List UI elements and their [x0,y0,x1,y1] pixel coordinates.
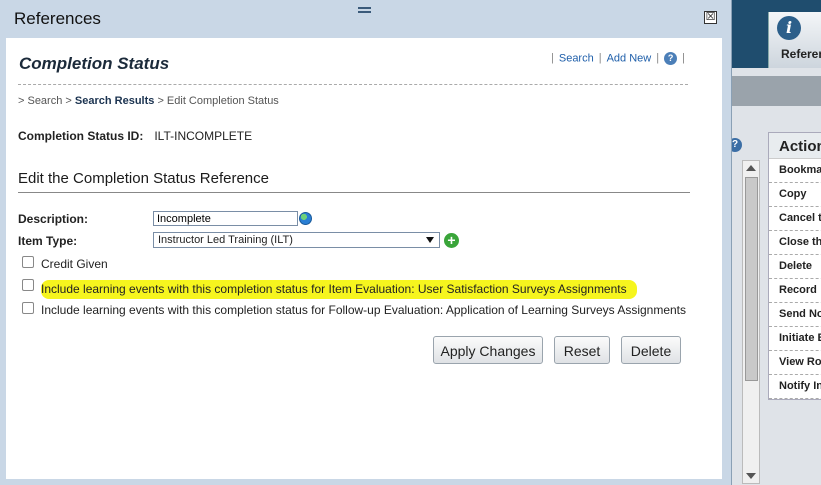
title-divider [18,84,688,85]
breadcrumb-search-results[interactable]: Search Results [75,95,154,107]
close-button[interactable]: ☒ [704,11,717,24]
page-title: Completion Status [19,54,170,73]
action-item[interactable]: Cancel t [769,207,821,231]
references-toolbar-button[interactable]: i References [768,12,821,68]
action-item[interactable]: Notify In [769,375,821,399]
section-divider [18,192,690,193]
delete-button[interactable]: Delete [621,336,681,364]
add-item-type-icon[interactable]: + [444,233,459,248]
actions-panel: Action Bookma Copy Cancel t Close th Del… [768,132,821,400]
drag-handle-icon[interactable] [358,7,371,13]
background-scrollbar[interactable] [742,160,760,484]
followup-evaluation-checkbox[interactable] [22,302,34,314]
action-item[interactable]: Initiate E [769,327,821,351]
action-item[interactable]: Copy [769,183,821,207]
item-type-label: Item Type: [18,234,78,248]
reset-button[interactable]: Reset [554,336,610,364]
action-item[interactable]: Send No [769,303,821,327]
item-type-select[interactable]: Instructor Led Training (ILT) [153,232,440,248]
completion-status-id-row: Completion Status ID: ILT-INCOMPLETE [18,129,252,143]
description-input[interactable] [153,211,298,226]
add-new-link[interactable]: Add New [607,52,652,64]
info-icon: i [777,16,801,40]
breadcrumb-search[interactable]: > Search > [18,95,72,107]
search-link[interactable]: Search [559,52,594,64]
item-evaluation-checkbox[interactable] [22,279,34,291]
action-item[interactable]: Delete [769,255,821,279]
actions-panel-title: Action [769,133,821,159]
breadcrumb-current: > Edit Completion Status [157,95,279,107]
credit-given-label: Credit Given [41,257,108,271]
credit-given-checkbox[interactable] [22,256,34,268]
apply-changes-button[interactable]: Apply Changes [433,336,543,364]
breadcrumb: > Search > Search Results > Edit Complet… [18,95,279,107]
top-links: | Search | Add New |? | [551,52,685,65]
action-item[interactable]: Record [769,279,821,303]
item-type-selected: Instructor Led Training (ILT) [158,234,293,246]
scroll-down-icon[interactable] [746,473,756,479]
dialog-content: Completion Status | Search | Add New |? | > S… [6,38,722,479]
references-toolbar-label: References [781,47,821,61]
completion-status-id-label: Completion Status ID: [18,129,144,143]
globe-icon[interactable] [299,212,312,225]
action-item[interactable]: Close th [769,231,821,255]
completion-status-id-value: ILT-INCOMPLETE [154,129,253,143]
close-icon: ☒ [705,11,716,23]
chevron-down-icon [426,237,434,243]
section-title: Edit the Completion Status Reference [18,170,269,187]
help-icon[interactable]: ? [664,52,678,65]
dialog-title: References [14,9,101,28]
scroll-up-icon[interactable] [746,165,756,171]
scroll-thumb[interactable] [745,177,758,381]
followup-evaluation-label: Include learning events with this comple… [41,303,687,317]
item-evaluation-label: Include learning events with this comple… [41,280,637,299]
action-item[interactable]: View Ro [769,351,821,375]
description-label: Description: [18,212,89,226]
action-item[interactable]: Bookma [769,159,821,183]
references-dialog: References ☒ Completion Status | Search | A… [0,0,732,485]
